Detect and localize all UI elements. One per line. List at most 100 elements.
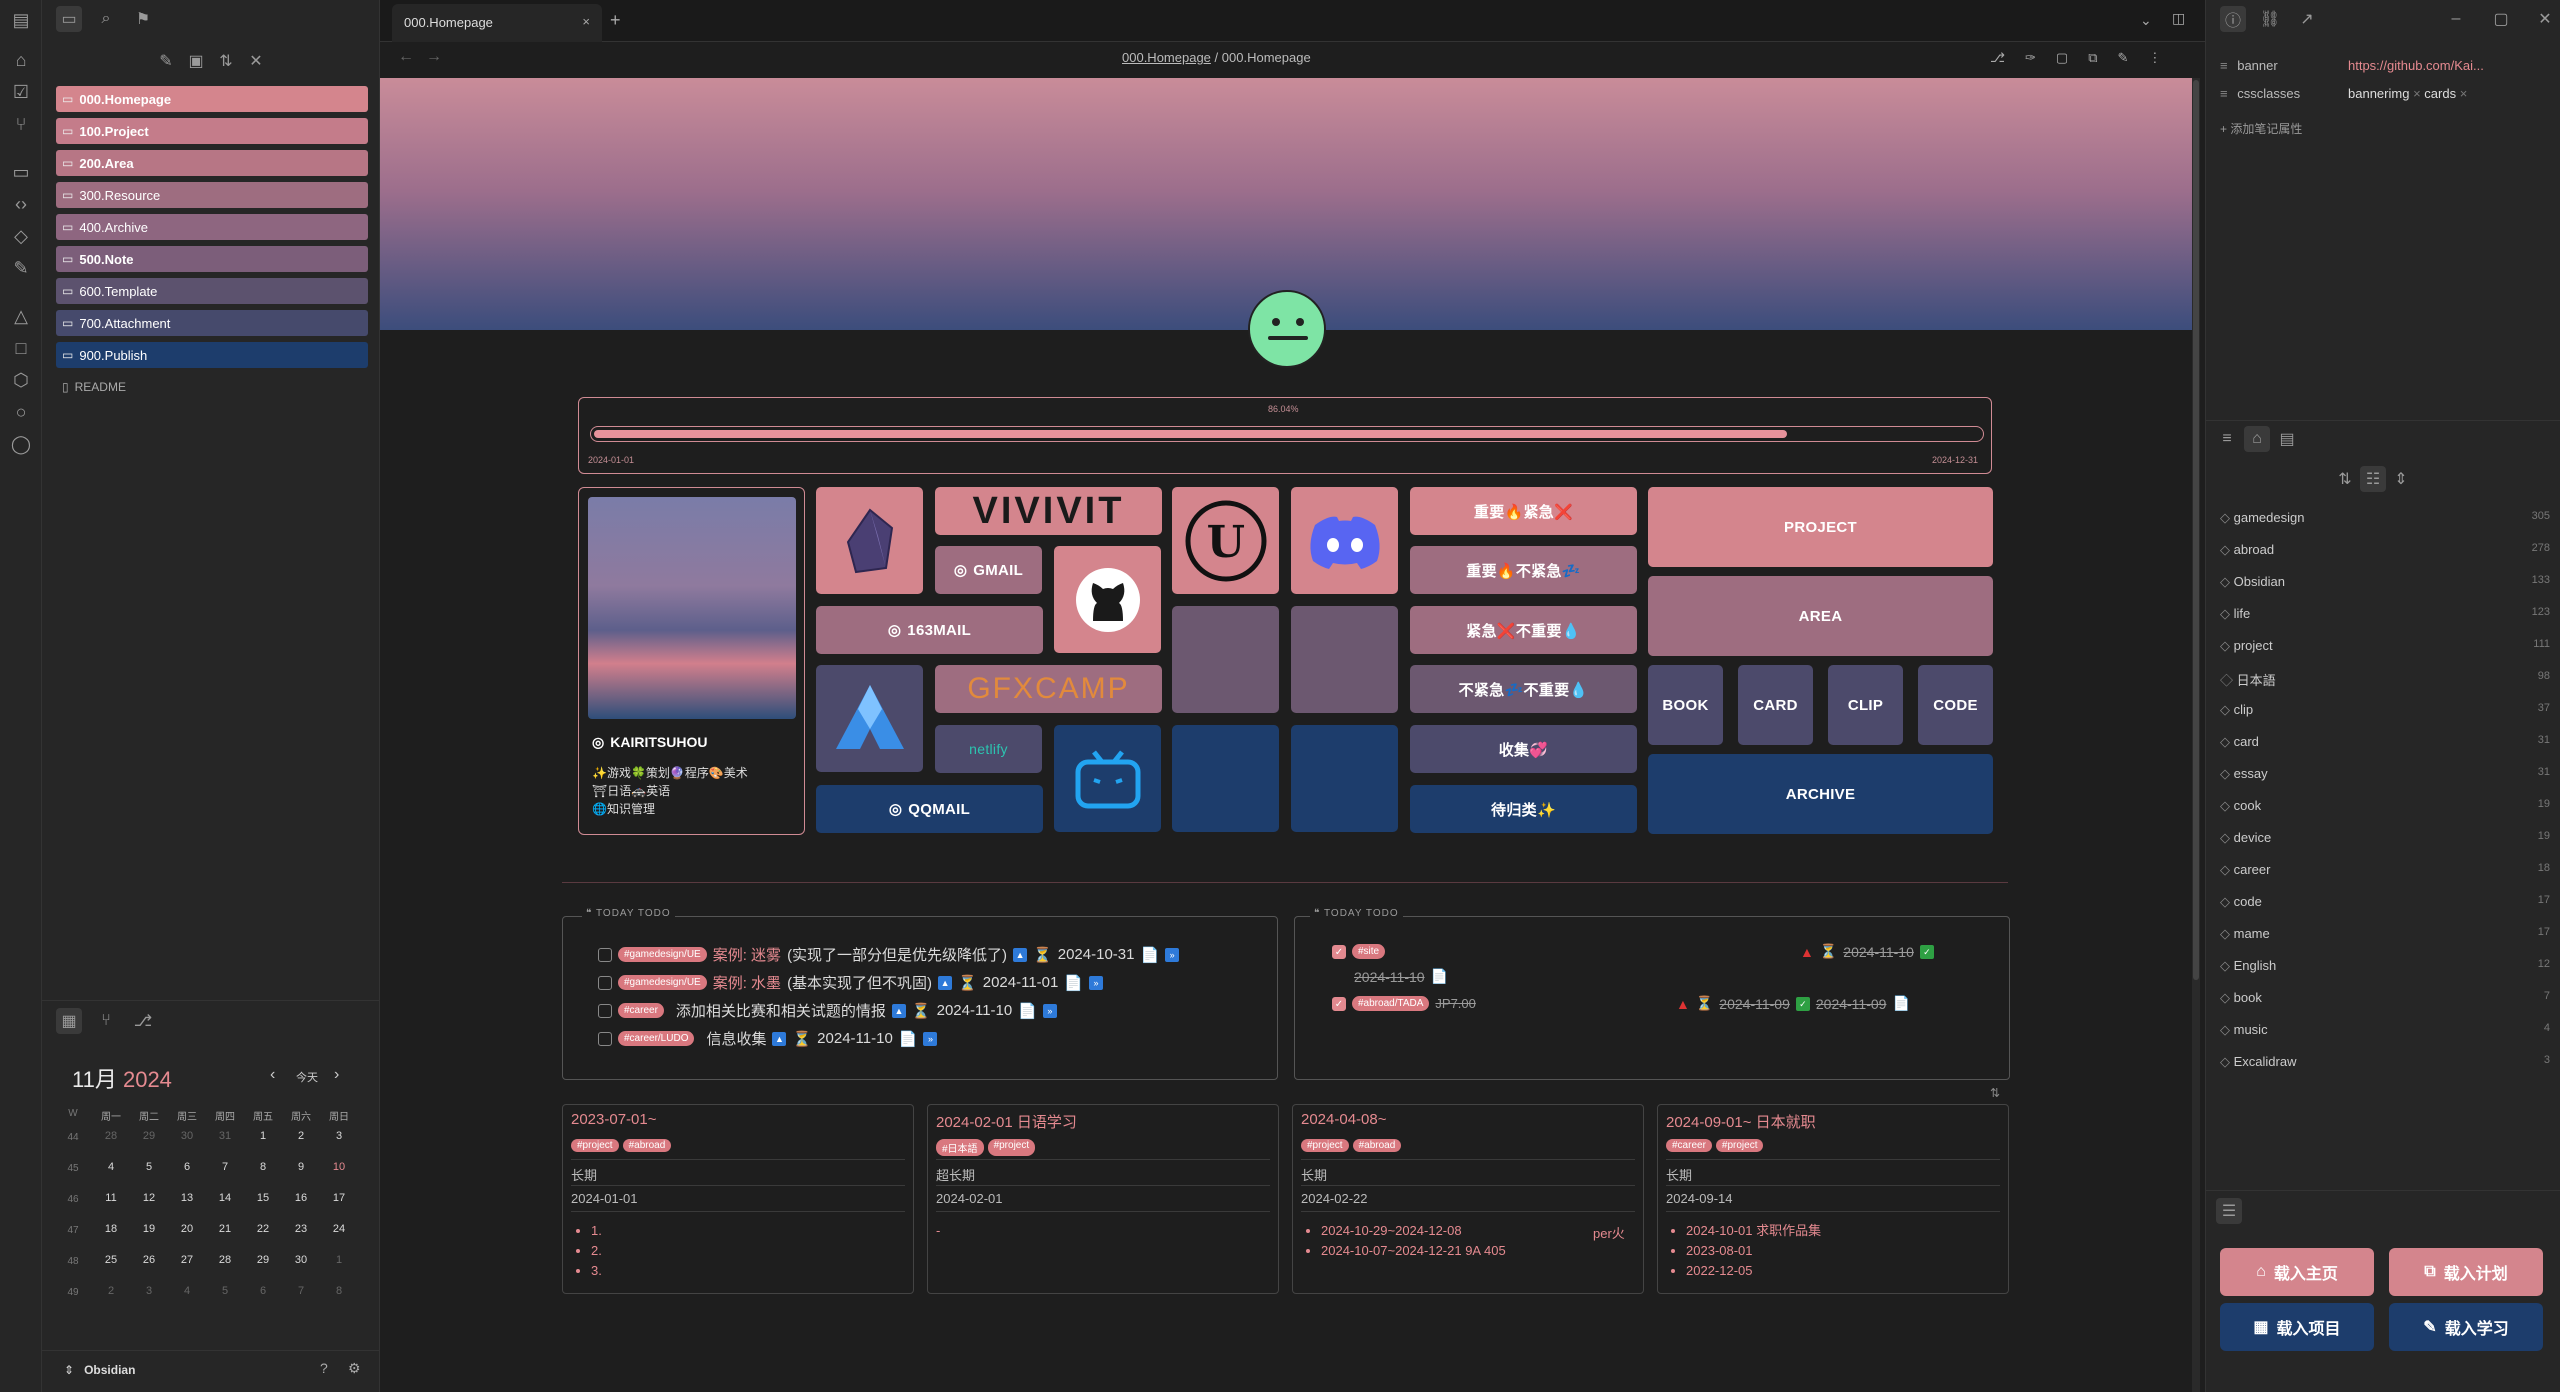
project-card[interactable]: 2024-02-01 日语学习 #日本語 #project 超长期 2024-02-01… (927, 1104, 1279, 1294)
git-action-icon[interactable]: ⎇ (1990, 50, 2005, 66)
to-classify-tile[interactable]: 待归类✨ (1410, 785, 1637, 833)
tab-homepage[interactable]: 000.Homepage × (392, 4, 602, 42)
tag-item[interactable]: ◇ card 31 (2220, 734, 2550, 750)
calendar-day[interactable]: 14 (206, 1192, 244, 1204)
menu-icon[interactable]: ☰ (2216, 1198, 2242, 1224)
git-icon[interactable]: ⎇ (130, 1008, 156, 1034)
todo-right-row-1[interactable]: ✓ #site (1332, 944, 1386, 959)
gmail-tile[interactable]: ◎ GMAIL (935, 546, 1042, 594)
unreal-tile[interactable]: U (1172, 487, 1279, 594)
todo-item[interactable]: #career 添加相关比赛和相关试题的情报 ▲ ⏳ 2024-11-10 📄 » (598, 1000, 1057, 1021)
tag-item[interactable]: ◇ Excalidraw 3 (2220, 1054, 2550, 1070)
back-icon[interactable]: ← (398, 48, 414, 66)
calendar-day[interactable]: 1 (244, 1130, 282, 1142)
load-home-button[interactable]: ⌂ 载入主页 (2220, 1248, 2374, 1296)
tag-item[interactable]: ◇ essay 31 (2220, 766, 2550, 782)
backlink-icon[interactable]: ⛓ (2257, 6, 2283, 32)
empty-tile-3[interactable] (1172, 725, 1279, 832)
calendar-day[interactable]: 28 (92, 1130, 130, 1142)
checkbox[interactable] (598, 1031, 612, 1046)
card-icon[interactable]: ▭ (9, 160, 33, 184)
calendar-day[interactable]: 21 (206, 1223, 244, 1235)
checkbox[interactable] (598, 947, 612, 962)
checkbox-checked[interactable]: ✓ (1332, 944, 1346, 959)
circle-icon[interactable]: ○ (9, 400, 33, 424)
folder-item[interactable]: ▭ 700.Attachment (56, 310, 368, 336)
draw-icon[interactable]: ✑ (2025, 50, 2036, 66)
tag-item[interactable]: ◇ gamedesign 305 (2220, 510, 2550, 526)
card-tile[interactable]: CARD (1738, 665, 1813, 745)
edit-icon[interactable]: ✎ (2117, 50, 2128, 66)
calendar-day[interactable]: 5 (130, 1161, 168, 1173)
new-folder-icon[interactable]: ▣ (183, 48, 209, 74)
calendar-day[interactable]: 8 (320, 1285, 358, 1297)
settings-icon[interactable]: ⚙ (348, 1360, 361, 1377)
project-card[interactable]: 2024-04-08~ #project#abroad 长期 2024-02-22 20… (1292, 1104, 1644, 1294)
empty-tile-2[interactable] (1291, 606, 1398, 713)
folder-item[interactable]: ▭ 200.Area (56, 150, 368, 176)
today-button[interactable]: 今天 (296, 1069, 318, 1085)
calendar-day[interactable]: 9 (282, 1161, 320, 1173)
calendar-day[interactable]: 15 (244, 1192, 282, 1204)
calendar-day[interactable]: 10 (320, 1161, 358, 1173)
minimize-icon[interactable]: – (2443, 6, 2469, 32)
tag-icon[interactable]: ◇ (9, 224, 33, 248)
bilibili-tile[interactable] (1054, 725, 1161, 832)
empty-tile-1[interactable] (1172, 606, 1279, 713)
hexagon-icon[interactable]: ⬡ (9, 368, 33, 392)
area-tile[interactable]: AREA (1648, 576, 1993, 656)
load-project-button[interactable]: ▦ 载入项目 (2220, 1303, 2374, 1351)
info-icon[interactable]: ⓘ (2220, 6, 2246, 32)
calendar-day[interactable]: 6 (168, 1161, 206, 1173)
archive-box-icon[interactable]: ▤ (2274, 426, 2300, 452)
gfxcamp-tile[interactable]: GFXCAMP (935, 665, 1162, 713)
close-tab-icon[interactable]: × (582, 14, 590, 29)
calendar-day[interactable]: 8 (244, 1161, 282, 1173)
tag-item[interactable]: ◇ abroad 278 (2220, 542, 2550, 558)
help-icon[interactable]: ? (320, 1360, 328, 1376)
folder-icon[interactable]: ▭ (56, 6, 82, 32)
pen-icon[interactable]: ✎ (9, 256, 33, 280)
sort-icon[interactable]: ⇅ (213, 48, 239, 74)
empty-tile-4[interactable] (1291, 725, 1398, 832)
calendar-day[interactable]: 13 (168, 1192, 206, 1204)
calendar-day[interactable]: 7 (206, 1161, 244, 1173)
triangle-icon[interactable]: △ (9, 304, 33, 328)
calendar-day[interactable]: 19 (130, 1223, 168, 1235)
readme-file[interactable]: ▯ README (62, 380, 126, 394)
tag-item[interactable]: ◇ 日本語 98 (2220, 670, 2550, 689)
discord-tile[interactable] (1291, 487, 1398, 594)
copy-icon[interactable]: ⧉ (2088, 50, 2097, 66)
book-tile[interactable]: BOOK (1648, 665, 1723, 745)
netlify-tile[interactable]: netlify (935, 725, 1042, 773)
checkbox-icon[interactable]: ☑ (9, 80, 33, 104)
sort-toggle-icon[interactable]: ⇅ (1990, 1086, 2000, 1100)
home-icon[interactable]: ⌂ (9, 48, 33, 72)
next-month-icon[interactable]: › (334, 1066, 339, 1084)
new-tab-icon[interactable]: + (610, 10, 621, 31)
tag-item[interactable]: ◇ life 123 (2220, 606, 2550, 622)
calendar-day[interactable]: 18 (92, 1223, 130, 1235)
project-tile[interactable]: PROJECT (1648, 487, 1993, 567)
collect-tile[interactable]: 收集💞 (1410, 725, 1637, 773)
tag-item[interactable]: ◇ cook 19 (2220, 798, 2550, 814)
clip-tile[interactable]: CLIP (1828, 665, 1903, 745)
project-card[interactable]: 2024-09-01~ 日本就职 #career #project 长期 2024-09… (1657, 1104, 2009, 1294)
folder-item[interactable]: ▭ 300.Resource (56, 182, 368, 208)
todo-item[interactable]: #career/LUDO 信息收集 ▲ ⏳ 2024-11-10 📄 » (598, 1028, 938, 1049)
checkbox[interactable] (598, 975, 612, 990)
calendar-day[interactable]: 22 (244, 1223, 282, 1235)
tag-item[interactable]: ◇ code 17 (2220, 894, 2550, 910)
calendar-day[interactable]: 28 (206, 1254, 244, 1266)
tag-item[interactable]: ◇ English 12 (2220, 958, 2550, 974)
folder-item[interactable]: ▭ 500.Note (56, 246, 368, 272)
calendar-day[interactable]: 6 (244, 1285, 282, 1297)
forward-icon[interactable]: → (426, 48, 442, 66)
calendar-day[interactable]: 3 (320, 1130, 358, 1142)
add-property-button[interactable]: + 添加笔记属性 (2220, 120, 2302, 137)
sidebar-toggle-icon[interactable]: ▤ (9, 8, 33, 32)
calendar-day[interactable]: 23 (282, 1223, 320, 1235)
bookmark-icon[interactable]: ⚑ (130, 6, 156, 32)
maximize-icon[interactable]: ▢ (2488, 6, 2514, 32)
expand-icon[interactable]: ⇕ (2388, 466, 2414, 492)
